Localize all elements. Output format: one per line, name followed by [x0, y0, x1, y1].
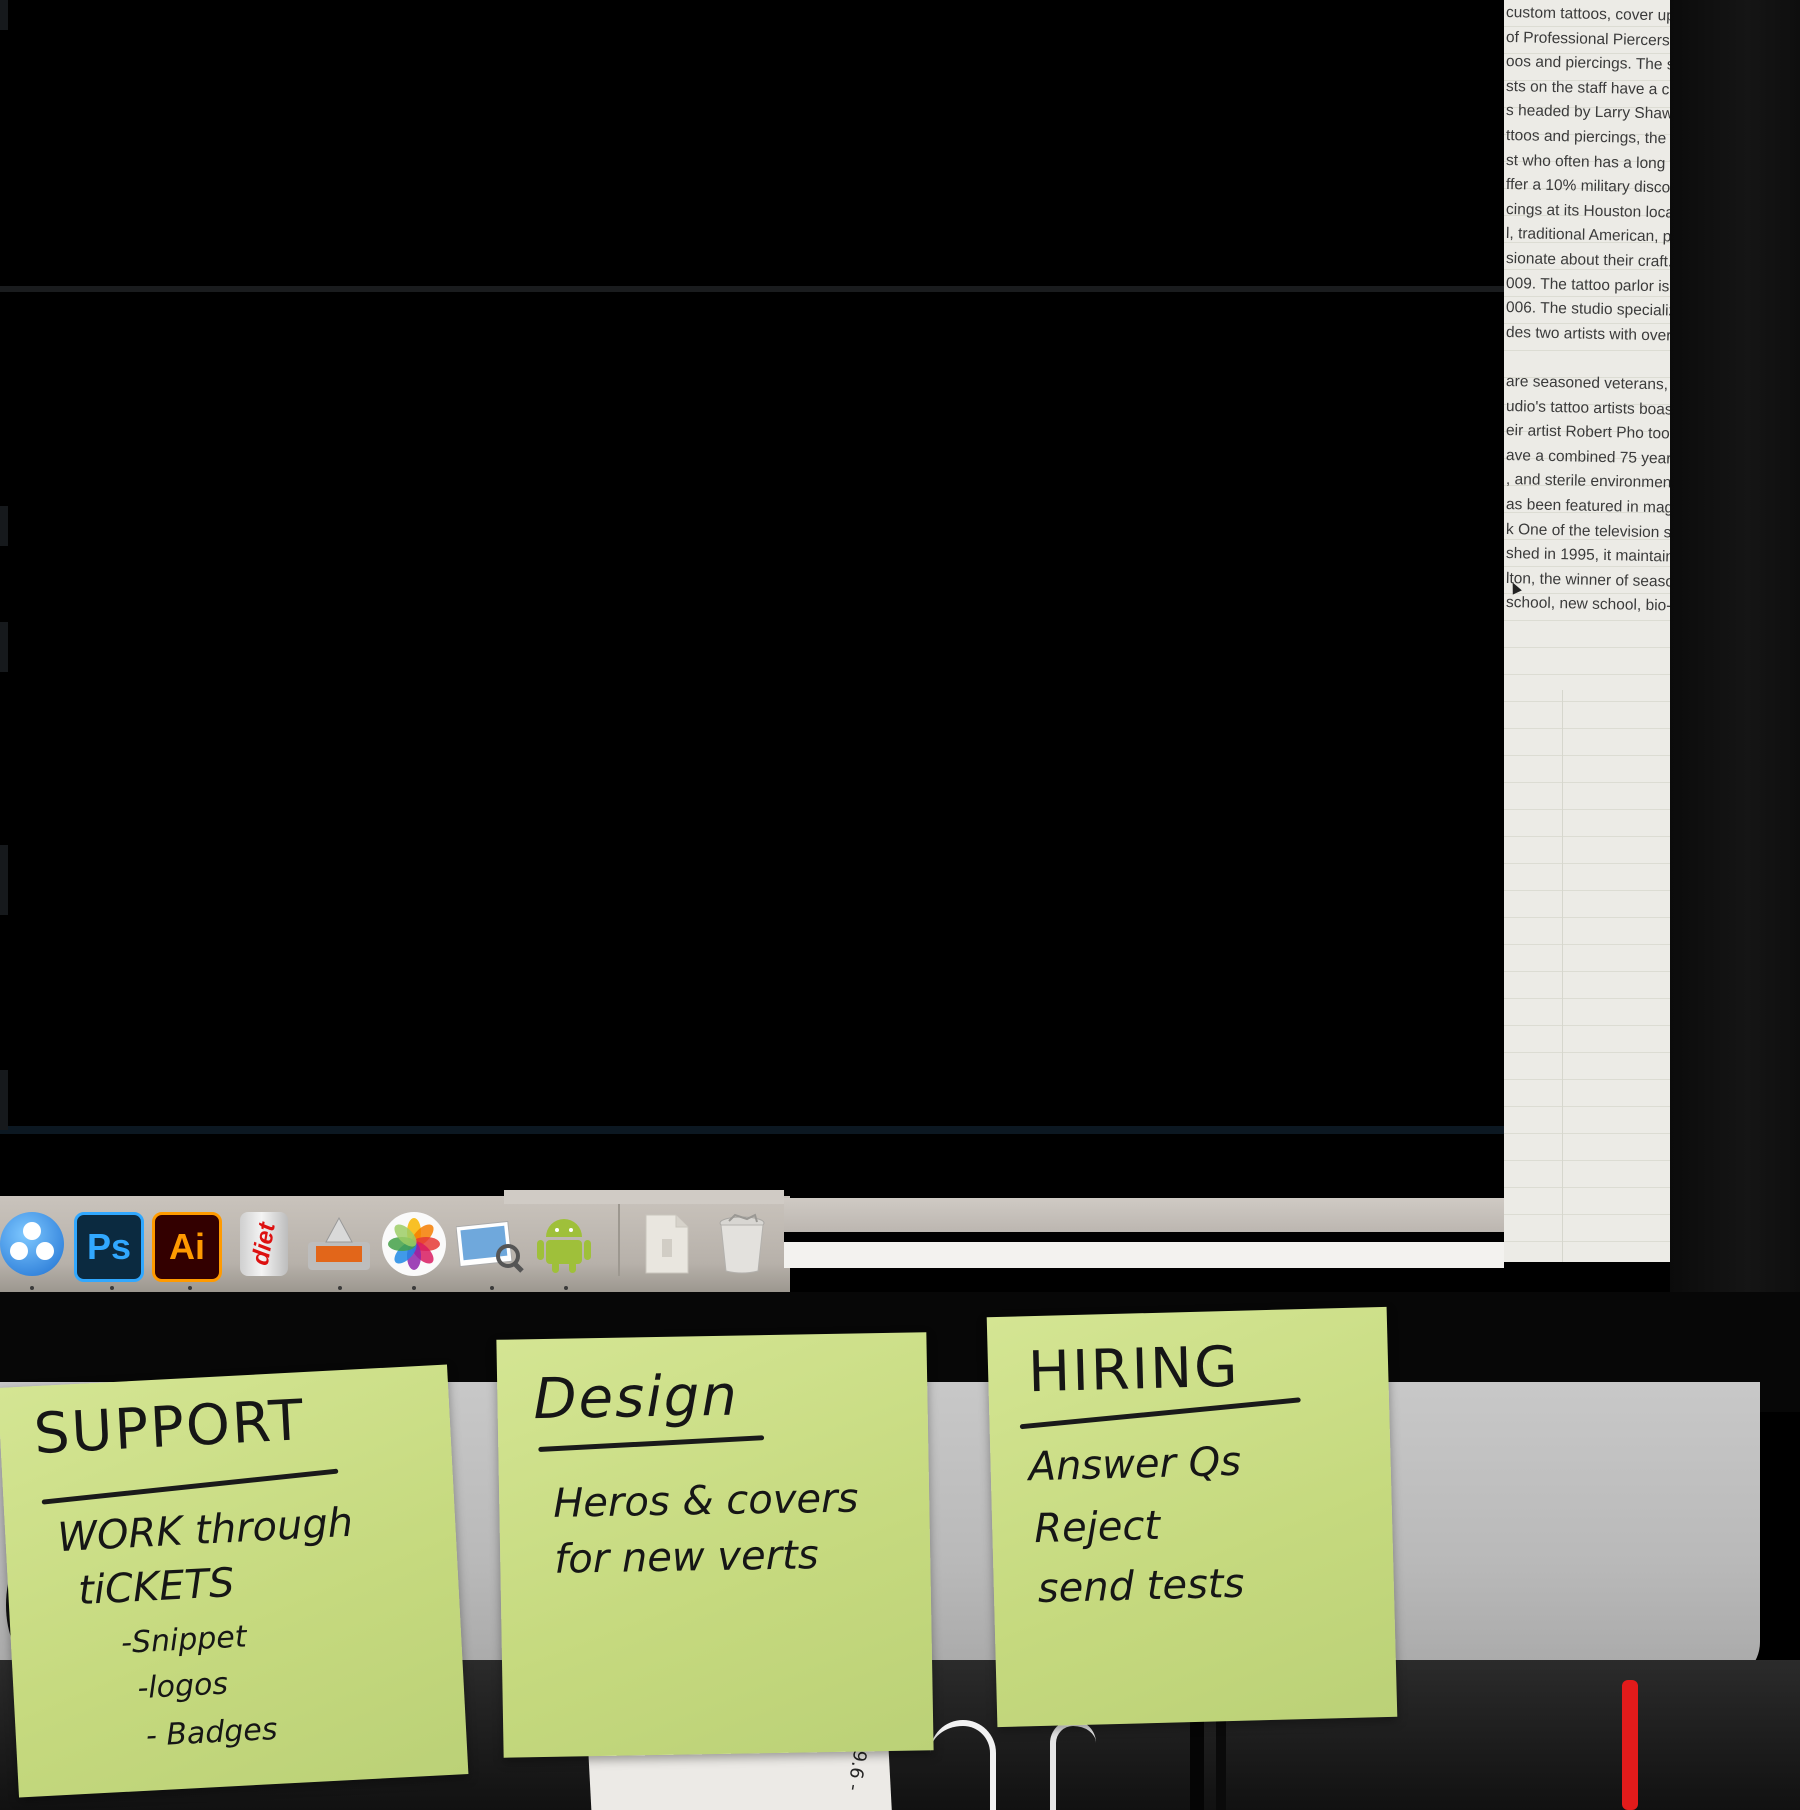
- dock-shadow-strip: [784, 1232, 1504, 1242]
- note-line: send tests: [1037, 1560, 1245, 1613]
- document-file-icon[interactable]: [640, 1212, 694, 1276]
- note-underline: [538, 1435, 765, 1453]
- document-text-line: k One of the television sh: [1505, 520, 1681, 542]
- black-cable: [1216, 1710, 1226, 1810]
- illustrator-label: Ai: [169, 1226, 205, 1267]
- screen-edge-mark: [0, 1070, 8, 1130]
- document-text-line: s headed by Larry Shaw I: [1505, 102, 1682, 124]
- note-subline: -Snippet: [120, 1619, 248, 1661]
- document-text-line: eir artist Robert Pho took: [1505, 422, 1678, 443]
- document-text-line: st who often has a long w: [1505, 151, 1682, 173]
- document-text-line: cings at its Houston locatio: [1505, 200, 1686, 222]
- screen-edge-mark: [0, 506, 8, 546]
- note-line: Answer Qs: [1028, 1438, 1242, 1491]
- note-heading: Design: [532, 1363, 740, 1433]
- document-text-line: ffer a 10% military discou: [1505, 176, 1680, 197]
- blue-circles-icon: [10, 1222, 54, 1260]
- desk-photo: custom tattoos, cover ups of Professional…: [0, 0, 1800, 1810]
- document-text-line: , and sterile environment,: [1505, 471, 1681, 493]
- document-text-line: 009. The tattoo parlor is fu: [1505, 274, 1686, 296]
- dock-shelf-extension: [784, 1198, 1504, 1232]
- photoshop-label: Ps: [86, 1226, 132, 1267]
- document-text-line: as been featured in maga: [1505, 496, 1682, 517]
- android-icon[interactable]: [532, 1212, 596, 1276]
- image-capture-icon[interactable]: [304, 1212, 374, 1276]
- illustrator-icon[interactable]: Ai: [152, 1212, 222, 1282]
- dock-running-dot: [564, 1286, 568, 1290]
- trash-icon[interactable]: [714, 1212, 770, 1276]
- preview-magnifier-icon: [456, 1220, 524, 1273]
- document-text-line: oos and piercings. The sta: [1505, 53, 1686, 74]
- screen-edge-mark: [0, 845, 8, 915]
- window-divider: [0, 1126, 1504, 1134]
- document-text-column[interactable]: custom tattoos, cover ups of Professional…: [1504, 0, 1686, 1262]
- document-text-line: ttoos and piercings, the s: [1505, 127, 1679, 148]
- note-subline: -logos: [136, 1666, 229, 1707]
- window-divider: [0, 286, 1504, 292]
- dock-running-dot: [412, 1286, 416, 1290]
- dock-running-dot: [490, 1286, 494, 1290]
- diet-coda-icon[interactable]: diet: [240, 1212, 288, 1276]
- dock-shelf-top: [504, 1190, 784, 1204]
- screen-edge-mark: [0, 0, 8, 30]
- photoshop-icon[interactable]: Ps: [74, 1212, 144, 1282]
- preview-icon[interactable]: [456, 1212, 526, 1276]
- sticky-note-hiring: HIRING Answer Qs Reject send tests: [986, 1306, 1398, 1728]
- note-subline: - Badges: [145, 1711, 279, 1754]
- dock-running-dot: [30, 1286, 34, 1290]
- photos-icon[interactable]: [382, 1212, 446, 1276]
- note-line: WORK through: [56, 1499, 355, 1562]
- document-text-line: sionate about their craft. T: [1505, 250, 1686, 271]
- document-text-line: udio's tattoo artists boast a: [1505, 397, 1686, 419]
- note-underline: [41, 1468, 339, 1505]
- dock-running-dot: [338, 1286, 342, 1290]
- dock-separator: [618, 1204, 620, 1276]
- document-text-line: shed in 1995, it maintains: [1505, 545, 1682, 566]
- document-text-line: lton, the winner of season: [1505, 569, 1683, 591]
- note-line: Reject: [1033, 1502, 1161, 1553]
- screen-dark-area: [0, 0, 1504, 1200]
- monitor-bezel-right: [1670, 0, 1800, 1400]
- document-text-line: 006. The studio specialize: [1505, 299, 1686, 320]
- sticky-note-design: Design Heros & covers for new verts: [496, 1332, 934, 1758]
- document-text-line: custom tattoos, cover ups: [1505, 4, 1683, 25]
- document-text-line: are seasoned veterans, e: [1505, 373, 1682, 394]
- dock-running-dot: [188, 1286, 192, 1290]
- screen-edge-mark: [0, 622, 8, 672]
- scanner-icon: [308, 1216, 370, 1270]
- black-cable: [1190, 1710, 1204, 1810]
- note-line: Heros & covers: [552, 1475, 859, 1527]
- dock-app-blue-circles-icon[interactable]: [0, 1212, 64, 1276]
- note-heading: HIRING: [1027, 1334, 1241, 1406]
- document-text-line: of Professional Piercers: [1505, 28, 1670, 50]
- android-robot-icon: [537, 1219, 591, 1273]
- document-text-line: school, new school, bio-m: [1505, 594, 1685, 616]
- diet-label: diet: [246, 1220, 281, 1268]
- white-cable: [1050, 1720, 1096, 1810]
- document-text-line: des two artists with over 2: [1505, 323, 1685, 345]
- trash-can-icon: [719, 1213, 765, 1274]
- white-cable: [930, 1720, 996, 1810]
- photos-flower-icon: [388, 1218, 440, 1270]
- sticky-note-support: SUPPORT WORK through tiCKETS -Snippet -l…: [0, 1364, 469, 1798]
- document-text-line: l, traditional American, po: [1505, 225, 1681, 247]
- note-heading: SUPPORT: [32, 1388, 307, 1468]
- document-text-line: sts on the staff have a con: [1505, 77, 1686, 99]
- file-page-icon: [645, 1214, 689, 1274]
- dock-running-dot: [110, 1286, 114, 1290]
- note-line: for new verts: [553, 1532, 819, 1583]
- note-line: tiCKETS: [77, 1559, 236, 1615]
- document-text-line: ave a combined 75 years: [1505, 446, 1680, 468]
- dock-white-strip: [784, 1242, 1504, 1268]
- red-cable: [1622, 1680, 1638, 1810]
